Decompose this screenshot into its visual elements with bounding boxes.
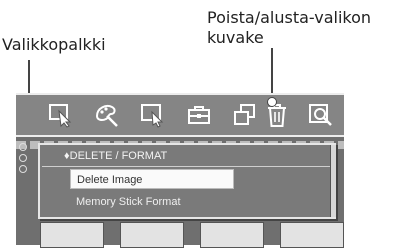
select-frame-icon[interactable] <box>140 102 166 128</box>
thumbnail[interactable] <box>120 222 184 248</box>
paint-icon[interactable] <box>94 102 120 128</box>
menu-divider <box>42 166 332 167</box>
menu-title-text: DELETE / FORMAT <box>69 150 168 162</box>
bullet-column <box>19 143 29 176</box>
menu-scrollbar[interactable] <box>330 145 336 217</box>
delete-icon-callout: Poista/alusta-valikon kuvake <box>207 8 371 48</box>
toolbox-icon[interactable] <box>186 102 212 128</box>
menu-bar <box>16 93 344 137</box>
copy-icon[interactable] <box>232 102 258 128</box>
delete-callout-line2: kuvake <box>207 28 264 47</box>
delete-leader-line <box>271 48 273 94</box>
menu-title: ♦DELETE / FORMAT <box>64 150 168 162</box>
menubar-callout: Valikkopalkki <box>2 35 106 55</box>
delete-format-menu: ♦DELETE / FORMAT Delete Image Memory Sti… <box>38 143 336 219</box>
delete-leader-dot <box>267 97 277 107</box>
zoom-icon[interactable] <box>308 102 334 128</box>
thumbnail[interactable] <box>200 222 264 248</box>
thumbnail[interactable] <box>280 222 344 248</box>
bullet <box>19 143 27 151</box>
select-icon[interactable] <box>48 102 74 128</box>
menubar-leader-line <box>28 60 30 94</box>
delete-image-item[interactable]: Delete Image <box>70 169 234 189</box>
menubar-callout-label: Valikkopalkki <box>2 35 106 54</box>
thumbnail[interactable] <box>40 222 104 248</box>
bullet <box>19 154 27 162</box>
delete-callout-line1: Poista/alusta-valikon <box>207 8 372 27</box>
memory-stick-format-item[interactable]: Memory Stick Format <box>70 192 300 212</box>
bullet <box>19 165 27 173</box>
